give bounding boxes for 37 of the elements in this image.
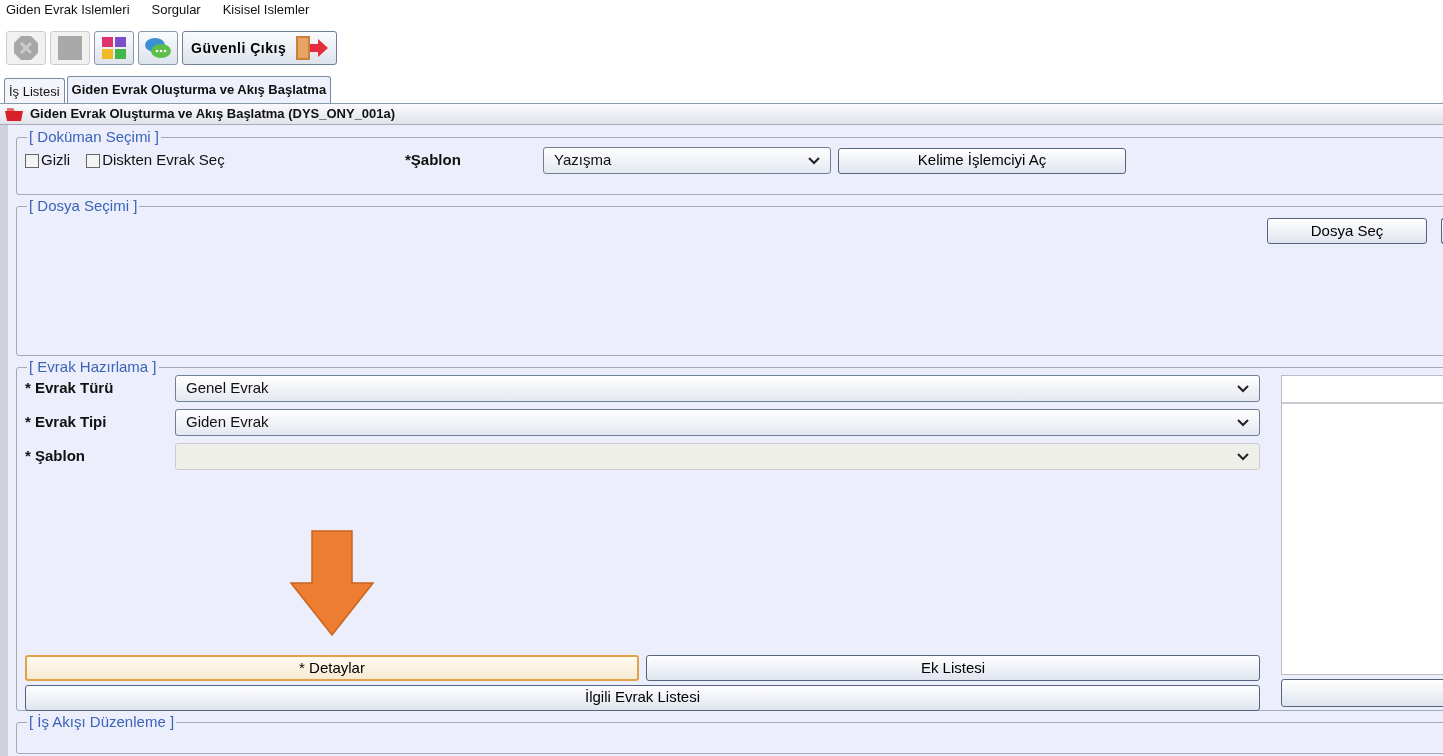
menu-item[interactable]: Sorgular [151,0,201,20]
panel-title: Giden Evrak Oluşturma ve Akış Başlatma (DYS_ONY_001a) [30,105,396,124]
dropdown[interactable]: Genel Evrak [175,375,1260,402]
action-button[interactable]: İlgili Evrak Listesi [25,684,1260,711]
field-label: * Evrak Türü [25,378,115,399]
checkbox[interactable]: Diskten Evrak Seç [86,149,225,172]
chevron-down-icon [808,156,820,165]
group-legend: [ İş Akışı Düzenleme ] [27,714,177,730]
chevron-down-icon [1237,452,1249,461]
dropdown[interactable]: Giden Evrak [175,409,1260,436]
group-legend: [ Evrak Hazırlama ] [27,359,159,375]
square-icon [58,36,82,60]
action-button[interactable]: Ek Listesi [646,655,1260,681]
menu-item[interactable]: Giden Evrak Islemleri [6,0,130,20]
field-label: * Evrak Tipi [25,412,108,433]
tab[interactable]: Giden Evrak Oluşturma ve Akış Başlatma [66,76,332,103]
toolbar-button[interactable] [138,31,178,65]
checkbox[interactable]: Gizli [25,149,71,172]
template-label: *Şablon [405,150,462,171]
tab[interactable]: İş Listesi [4,78,65,103]
open-word-processor-button[interactable]: Kelime İşlemciyi Aç [838,147,1126,174]
group-legend: [ Dosya Seçimi ] [27,198,140,214]
template-dropdown[interactable]: Yazışma [543,147,831,174]
chevron-down-icon [1237,418,1249,427]
folder-icon [4,106,24,122]
toolbar-button[interactable] [94,31,134,65]
color-blocks-icon [102,37,126,59]
menu-item[interactable]: Kisisel Islemler [222,0,310,20]
select-file-button[interactable]: Dosya Seç [1267,218,1427,244]
exit-button[interactable]: Güvenli Çıkış [182,31,338,65]
chat-bubbles-icon [144,36,172,60]
secondary-button[interactable] [1281,678,1443,707]
close-icon [13,35,39,61]
field-label: * Şablon [25,446,86,467]
chevron-down-icon [1237,384,1249,393]
action-button[interactable]: * Detaylar [25,655,639,681]
group-legend: [ Doküman Seçimi ] [27,129,162,145]
